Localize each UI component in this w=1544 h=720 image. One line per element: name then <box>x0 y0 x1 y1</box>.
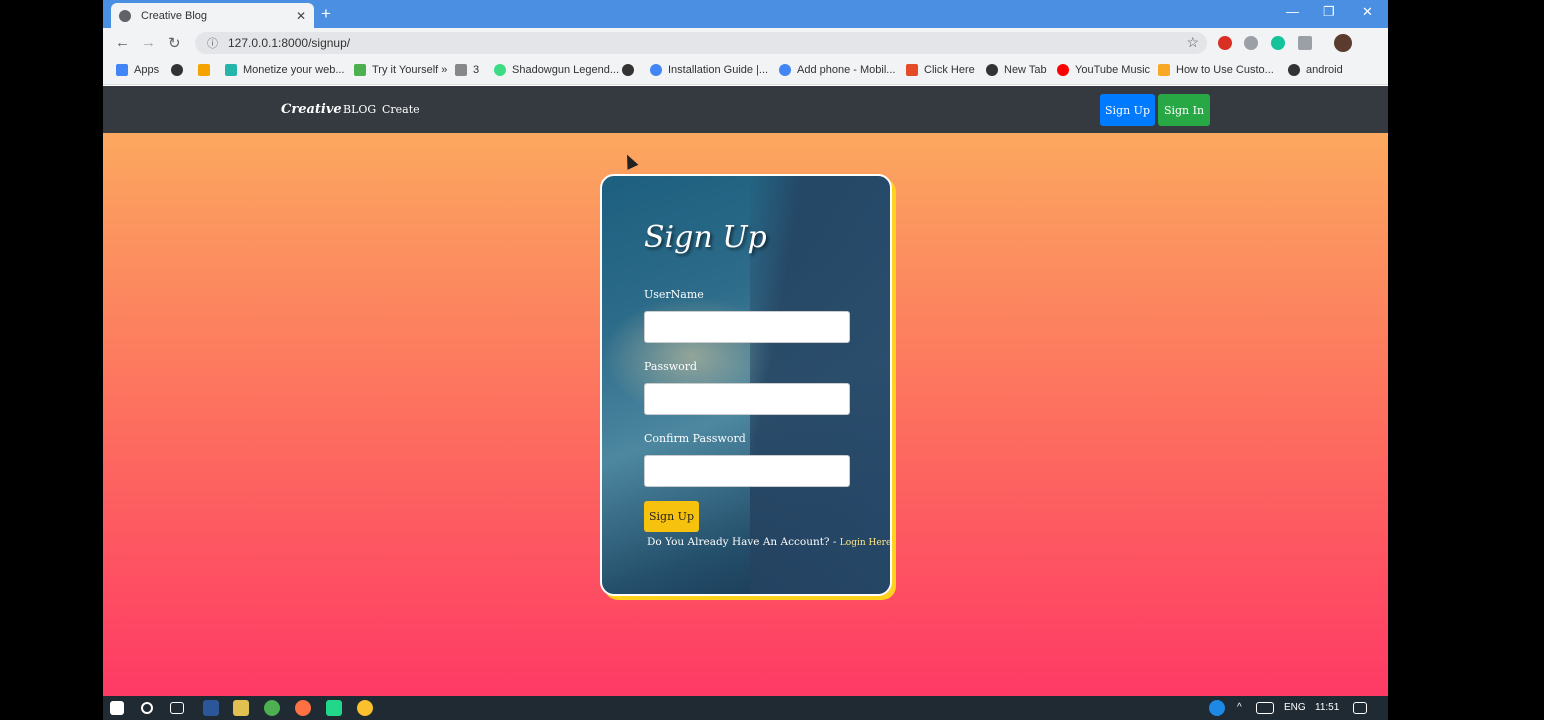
bookmark-apps[interactable]: Apps <box>116 64 159 76</box>
nav-link-blog[interactable]: BLOG <box>343 103 376 116</box>
bookmark-cp[interactable] <box>198 64 216 76</box>
language-indicator[interactable]: ENG <box>1284 702 1306 713</box>
windows-taskbar: ^ ENG 11:51 <box>103 696 1388 720</box>
forward-arrow-icon[interactable]: → <box>141 34 156 51</box>
nav-link-create[interactable]: Create <box>382 103 420 116</box>
site-navbar: Creative BLOG Create Sign Up Sign In <box>103 86 1388 133</box>
username-input[interactable] <box>644 311 850 343</box>
apps-icon <box>116 64 128 76</box>
bookmark-how-to[interactable]: How to Use Custo... <box>1158 64 1274 76</box>
url-text: 127.0.0.1:8000/signup/ <box>228 36 351 50</box>
mouse-cursor-icon <box>621 152 639 170</box>
screen: Creative Blog ✕ + — ❐ ✕ ← → ↻ ⓘ 127.0.0.… <box>103 0 1388 720</box>
notification-icon[interactable] <box>1353 702 1367 714</box>
clock[interactable]: 11:51 <box>1315 702 1339 713</box>
login-prompt-text: Do You Already Have An Account? - <box>647 536 840 548</box>
signup-submit-button[interactable]: Sign Up <box>644 501 699 532</box>
chrome-active-icon[interactable] <box>357 700 373 716</box>
minimize-button[interactable]: — <box>1286 4 1299 19</box>
bookmark-new-tab[interactable]: New Tab <box>986 64 1047 76</box>
bookmarks-bar: Apps Monetize your web... Try it Yoursel… <box>103 58 1388 85</box>
keyboard-icon[interactable] <box>1256 702 1274 714</box>
chevron-up-icon[interactable]: ^ <box>1237 702 1242 713</box>
new-tab-button[interactable]: + <box>321 4 331 24</box>
avatar[interactable] <box>1334 34 1352 52</box>
bookmark-shadowgun[interactable]: Shadowgun Legend... <box>494 64 619 76</box>
globe-icon <box>986 64 998 76</box>
login-prompt: Do You Already Have An Account? - Login … <box>647 536 890 548</box>
signup-title: Sign Up <box>644 220 767 255</box>
nav-signup-button[interactable]: Sign Up <box>1100 94 1155 126</box>
w3-icon <box>354 64 366 76</box>
bookmark-monetize[interactable]: Monetize your web... <box>225 64 345 76</box>
guide-icon <box>650 64 662 76</box>
main-content: Sign Up UserName Password Confirm Passwo… <box>103 133 1388 696</box>
site-brand[interactable]: Creative <box>281 102 342 117</box>
bookmark-globe-2[interactable] <box>622 64 640 76</box>
k-icon <box>455 64 467 76</box>
password-input[interactable] <box>644 383 850 415</box>
bookmark-try-it[interactable]: Try it Yourself » <box>354 64 447 76</box>
reload-icon[interactable]: ↻ <box>168 34 181 52</box>
signup-card: Sign Up UserName Password Confirm Passwo… <box>600 174 892 596</box>
bookmark-k[interactable]: 3 <box>455 64 479 76</box>
globe-icon <box>171 64 183 76</box>
windows-start-icon[interactable] <box>110 701 124 715</box>
browser-tab[interactable]: Creative Blog ✕ <box>111 3 314 28</box>
search-icon[interactable] <box>141 702 153 714</box>
extension-icon[interactable] <box>1298 36 1312 50</box>
cp-icon <box>198 64 210 76</box>
flash-icon <box>1158 64 1170 76</box>
browser-title-bar: Creative Blog ✕ + — ❐ ✕ <box>103 0 1388 28</box>
confirm-password-input[interactable] <box>644 455 850 487</box>
task-view-icon[interactable] <box>170 702 184 714</box>
confirm-password-label: Confirm Password <box>644 432 746 445</box>
nav-signin-button[interactable]: Sign In <box>1158 94 1210 126</box>
address-bar[interactable]: ⓘ 127.0.0.1:8000/signup/ ☆ <box>195 32 1207 54</box>
hat-icon <box>906 64 918 76</box>
bookmark-youtube-music[interactable]: YouTube Music <box>1057 64 1150 76</box>
app-icon-c[interactable] <box>295 700 311 716</box>
bookmark-installation[interactable]: Installation Guide |... <box>650 64 768 76</box>
android-icon <box>494 64 506 76</box>
bookmark-globe[interactable] <box>171 64 189 76</box>
app-icon-1[interactable] <box>203 700 219 716</box>
close-tab-icon[interactable]: ✕ <box>296 9 306 23</box>
file-explorer-icon[interactable] <box>233 700 249 716</box>
help-icon[interactable] <box>1209 700 1225 716</box>
info-icon[interactable]: ⓘ <box>207 35 218 51</box>
close-window-button[interactable]: ✕ <box>1362 4 1373 20</box>
username-label: UserName <box>644 288 704 301</box>
camera-icon[interactable] <box>1244 36 1258 50</box>
bookmark-android[interactable]: android <box>1288 64 1343 76</box>
bookmark-add-phone[interactable]: Add phone - Mobil... <box>779 64 895 76</box>
tab-title: Creative Blog <box>141 9 208 22</box>
restore-button[interactable]: ❐ <box>1323 4 1335 20</box>
bookmark-click-here[interactable]: Click Here <box>906 64 975 76</box>
adblock-icon[interactable] <box>1218 36 1232 50</box>
bookmark-star-icon[interactable]: ☆ <box>1186 34 1199 51</box>
globe-icon <box>119 9 131 22</box>
phone-icon <box>779 64 791 76</box>
login-here-link[interactable]: Login Here <box>840 538 890 548</box>
monetize-icon <box>225 64 237 76</box>
globe-icon <box>622 64 634 76</box>
grammarly-icon[interactable] <box>1271 36 1285 50</box>
globe-icon <box>1288 64 1300 76</box>
browser-toolbar: ← → ↻ ⓘ 127.0.0.1:8000/signup/ ☆ <box>103 28 1388 58</box>
password-label: Password <box>644 360 698 373</box>
back-arrow-icon[interactable]: ← <box>115 34 130 51</box>
youtube-music-icon <box>1057 64 1069 76</box>
pycharm-icon[interactable] <box>326 700 342 716</box>
chrome-icon[interactable] <box>264 700 280 716</box>
